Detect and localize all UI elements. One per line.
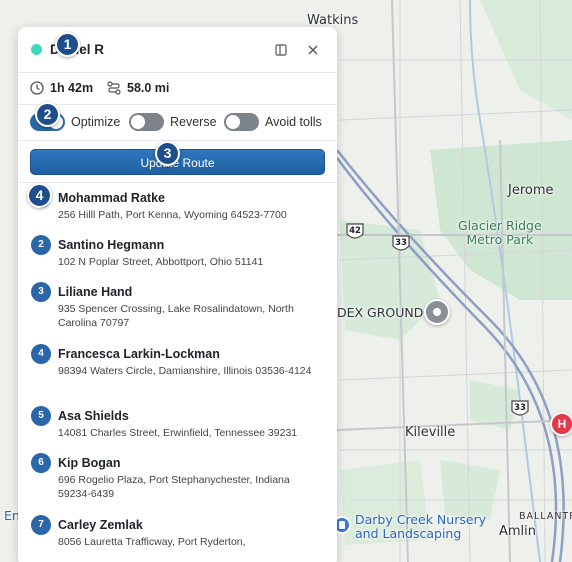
hospital-pin-icon[interactable]: H xyxy=(550,412,572,436)
route-icon xyxy=(107,81,121,95)
route-panel: Daniel R 1h 42m 58.0 mi Optimize Reverse… xyxy=(18,27,337,562)
route-shield-icon: 42 xyxy=(345,222,365,242)
stop-address: 98394 Waters Circle, Damianshire, Illino… xyxy=(58,365,312,377)
status-dot-icon xyxy=(31,44,42,55)
map-label-kileville: Kileville xyxy=(405,425,456,440)
stop-number: 4 xyxy=(31,344,51,364)
stop-item[interactable]: 4 Francesca Larkin-Lockman 98394 Waters … xyxy=(18,339,337,401)
stop-name: Carley Zemlak xyxy=(58,518,143,532)
stop-address: 102 N Poplar Street, Abbottport, Ohio 51… xyxy=(58,256,264,268)
close-icon[interactable] xyxy=(304,41,322,59)
stop-item[interactable]: 1 Mohammad Ratke 256 Hilll Path, Port Ke… xyxy=(18,183,337,230)
stop-address: 8056 Lauretta Trafficway, Port Ryderton, xyxy=(58,536,246,548)
annotation-badge: 1 xyxy=(55,32,80,57)
stop-name: Liliane Hand xyxy=(58,285,133,299)
map-label-dex-ground: DEX GROUND xyxy=(337,305,424,320)
route-options: Optimize Reverse Avoid tolls xyxy=(18,105,337,141)
duration-stat: 1h 42m xyxy=(30,81,93,95)
stop-number: 2 xyxy=(31,235,51,255)
stop-name: Francesca Larkin-Lockman xyxy=(58,347,220,361)
route-shield-icon: 33 xyxy=(391,234,411,254)
poi-pin-icon[interactable] xyxy=(424,299,450,325)
stop-item[interactable]: 3 Liliane Hand 935 Spencer Crossing, Lak… xyxy=(18,277,337,339)
map-label-jerome: Jerome xyxy=(508,183,554,198)
stop-item[interactable]: 2 Santino Hegmann 102 N Poplar Street, A… xyxy=(18,230,337,277)
reverse-label: Reverse xyxy=(170,115,217,129)
stop-item[interactable]: 5 Asa Shields 14081 Charles Street, Erwi… xyxy=(18,401,337,448)
stop-list: 1 Mohammad Ratke 256 Hilll Path, Port Ke… xyxy=(18,183,337,557)
stop-name: Kip Bogan xyxy=(58,456,121,470)
distance-value: 58.0 mi xyxy=(127,81,170,95)
distance-stat: 58.0 mi xyxy=(107,81,169,95)
annotation-badge: 2 xyxy=(35,102,60,127)
stop-number: 7 xyxy=(31,515,51,535)
map-label-park: Glacier Ridge Metro Park xyxy=(458,218,542,247)
reverse-switch[interactable] xyxy=(129,113,164,131)
annotation-badge: 3 xyxy=(155,141,180,166)
stop-number: 6 xyxy=(31,453,51,473)
map-label-watkins: Watkins xyxy=(307,13,359,28)
annotation-badge: 4 xyxy=(27,183,52,208)
route-shield-icon: 33 xyxy=(510,399,530,419)
stop-item[interactable]: 6 Kip Bogan 696 Rogelio Plaza, Port Step… xyxy=(18,448,337,510)
stop-number: 5 xyxy=(31,406,51,426)
route-stats: 1h 42m 58.0 mi xyxy=(18,73,337,105)
stop-item[interactable]: 7 Carley Zemlak 8056 Lauretta Trafficway… xyxy=(18,510,337,557)
stop-name: Santino Hegmann xyxy=(58,238,165,252)
avoid-tolls-label: Avoid tolls xyxy=(265,115,322,129)
avoid-tolls-switch[interactable] xyxy=(224,113,259,131)
stop-address: 935 Spencer Crossing, Lake Rosalindatown… xyxy=(58,303,294,329)
reverse-toggle[interactable]: Reverse xyxy=(129,113,217,131)
map-label-nursery: Darby Creek Nursery and Landscaping xyxy=(355,512,487,541)
sidebar-toggle-icon[interactable] xyxy=(272,41,290,59)
stop-address: 696 Rogelio Plaza, Port Stephanychester,… xyxy=(58,474,290,500)
clock-icon xyxy=(30,81,44,95)
optimize-label: Optimize xyxy=(71,115,121,129)
stop-address: 256 Hilll Path, Port Kenna, Wyoming 6452… xyxy=(58,209,287,221)
duration-value: 1h 42m xyxy=(50,81,94,95)
stop-number: 3 xyxy=(31,282,51,302)
stop-name: Mohammad Ratke xyxy=(58,191,165,205)
stop-name: Asa Shields xyxy=(58,409,129,423)
avoid-tolls-toggle[interactable]: Avoid tolls xyxy=(224,113,322,131)
map-label-ballantrae: BALLANTR xyxy=(519,511,572,522)
map-label-amlin: Amlin xyxy=(499,524,537,539)
stop-address: 14081 Charles Street, Erwinfield, Tennes… xyxy=(58,427,298,439)
